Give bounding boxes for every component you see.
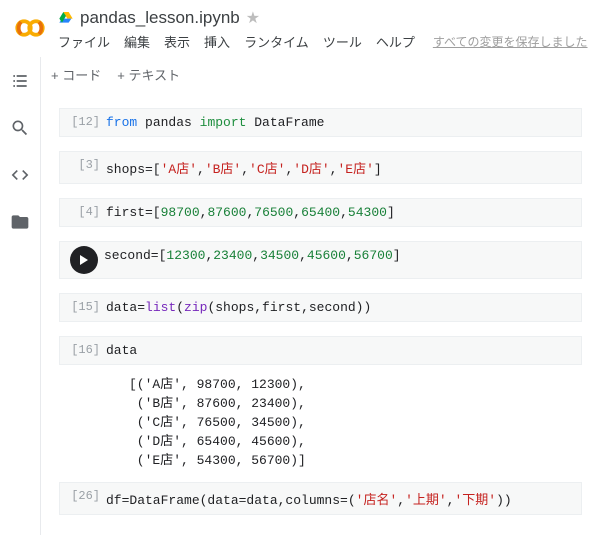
cell-toolbar: コード テキスト [41,57,600,94]
execution-count: [3] [66,156,100,172]
code-snippets-icon[interactable] [10,165,30,188]
code-editor[interactable]: shops=['A店','B店','C店','D店','E店'] [100,156,388,179]
star-icon[interactable]: ★ [246,8,260,28]
colab-logo [12,10,48,46]
add-text-button[interactable]: テキスト [117,65,180,84]
execution-count: [26] [66,487,100,503]
code-cell[interactable]: [3]shops=['A店','B店','C店','D店','E店'] [59,151,582,184]
execution-count: [4] [66,203,100,219]
code-editor[interactable]: from pandas import DataFrame [100,113,330,132]
add-code-button[interactable]: コード [51,65,101,84]
code-editor[interactable]: first=[98700,87600,76500,65400,54300] [100,203,401,222]
code-editor[interactable]: df=DataFrame(data=data,columns=('店名','上期… [100,487,518,510]
code-editor[interactable]: data=list(zip(shops,first,second)) [100,298,377,317]
menu-file[interactable]: ファイル [58,32,110,51]
code-cell[interactable]: second=[12300,23400,34500,45600,56700] [59,241,582,279]
execution-count: [16] [66,341,100,357]
menu-insert[interactable]: 挿入 [204,32,230,51]
drive-icon [58,10,74,26]
code-editor[interactable]: data [100,341,143,360]
menu-view[interactable]: 表示 [164,32,190,51]
menu-help[interactable]: ヘルプ [376,32,415,51]
save-status[interactable]: すべての変更を保存しました [433,33,588,50]
code-editor[interactable]: second=[12300,23400,34500,45600,56700] [98,246,407,265]
execution-count: [15] [66,298,100,314]
menubar: ファイル 編集 表示 挿入 ランタイム ツール ヘルプ すべての変更を保存しまし… [58,28,592,57]
left-sidebar [0,57,40,535]
menu-runtime[interactable]: ランタイム [244,32,309,51]
files-icon[interactable] [10,212,30,235]
code-cell[interactable]: [15]data=list(zip(shops,first,second)) [59,293,582,322]
code-cell[interactable]: [16]data [('A店', 98700, 12300), ('B店', 87… [59,336,582,468]
code-cell[interactable]: [26]df=DataFrame(data=data,columns=('店名'… [59,482,582,515]
menu-edit[interactable]: 編集 [124,32,150,51]
menu-tools[interactable]: ツール [323,32,362,51]
code-cell[interactable]: [4]first=[98700,87600,76500,65400,54300] [59,198,582,227]
run-cell-button[interactable] [70,246,98,274]
toc-icon[interactable] [10,71,30,94]
cell-output: [('A店', 98700, 12300), ('B店', 87600, 234… [129,373,582,468]
execution-count: [12] [66,113,100,129]
search-icon[interactable] [10,118,30,141]
filename[interactable]: pandas_lesson.ipynb [80,8,240,28]
code-cell[interactable]: [12]from pandas import DataFrame [59,108,582,137]
